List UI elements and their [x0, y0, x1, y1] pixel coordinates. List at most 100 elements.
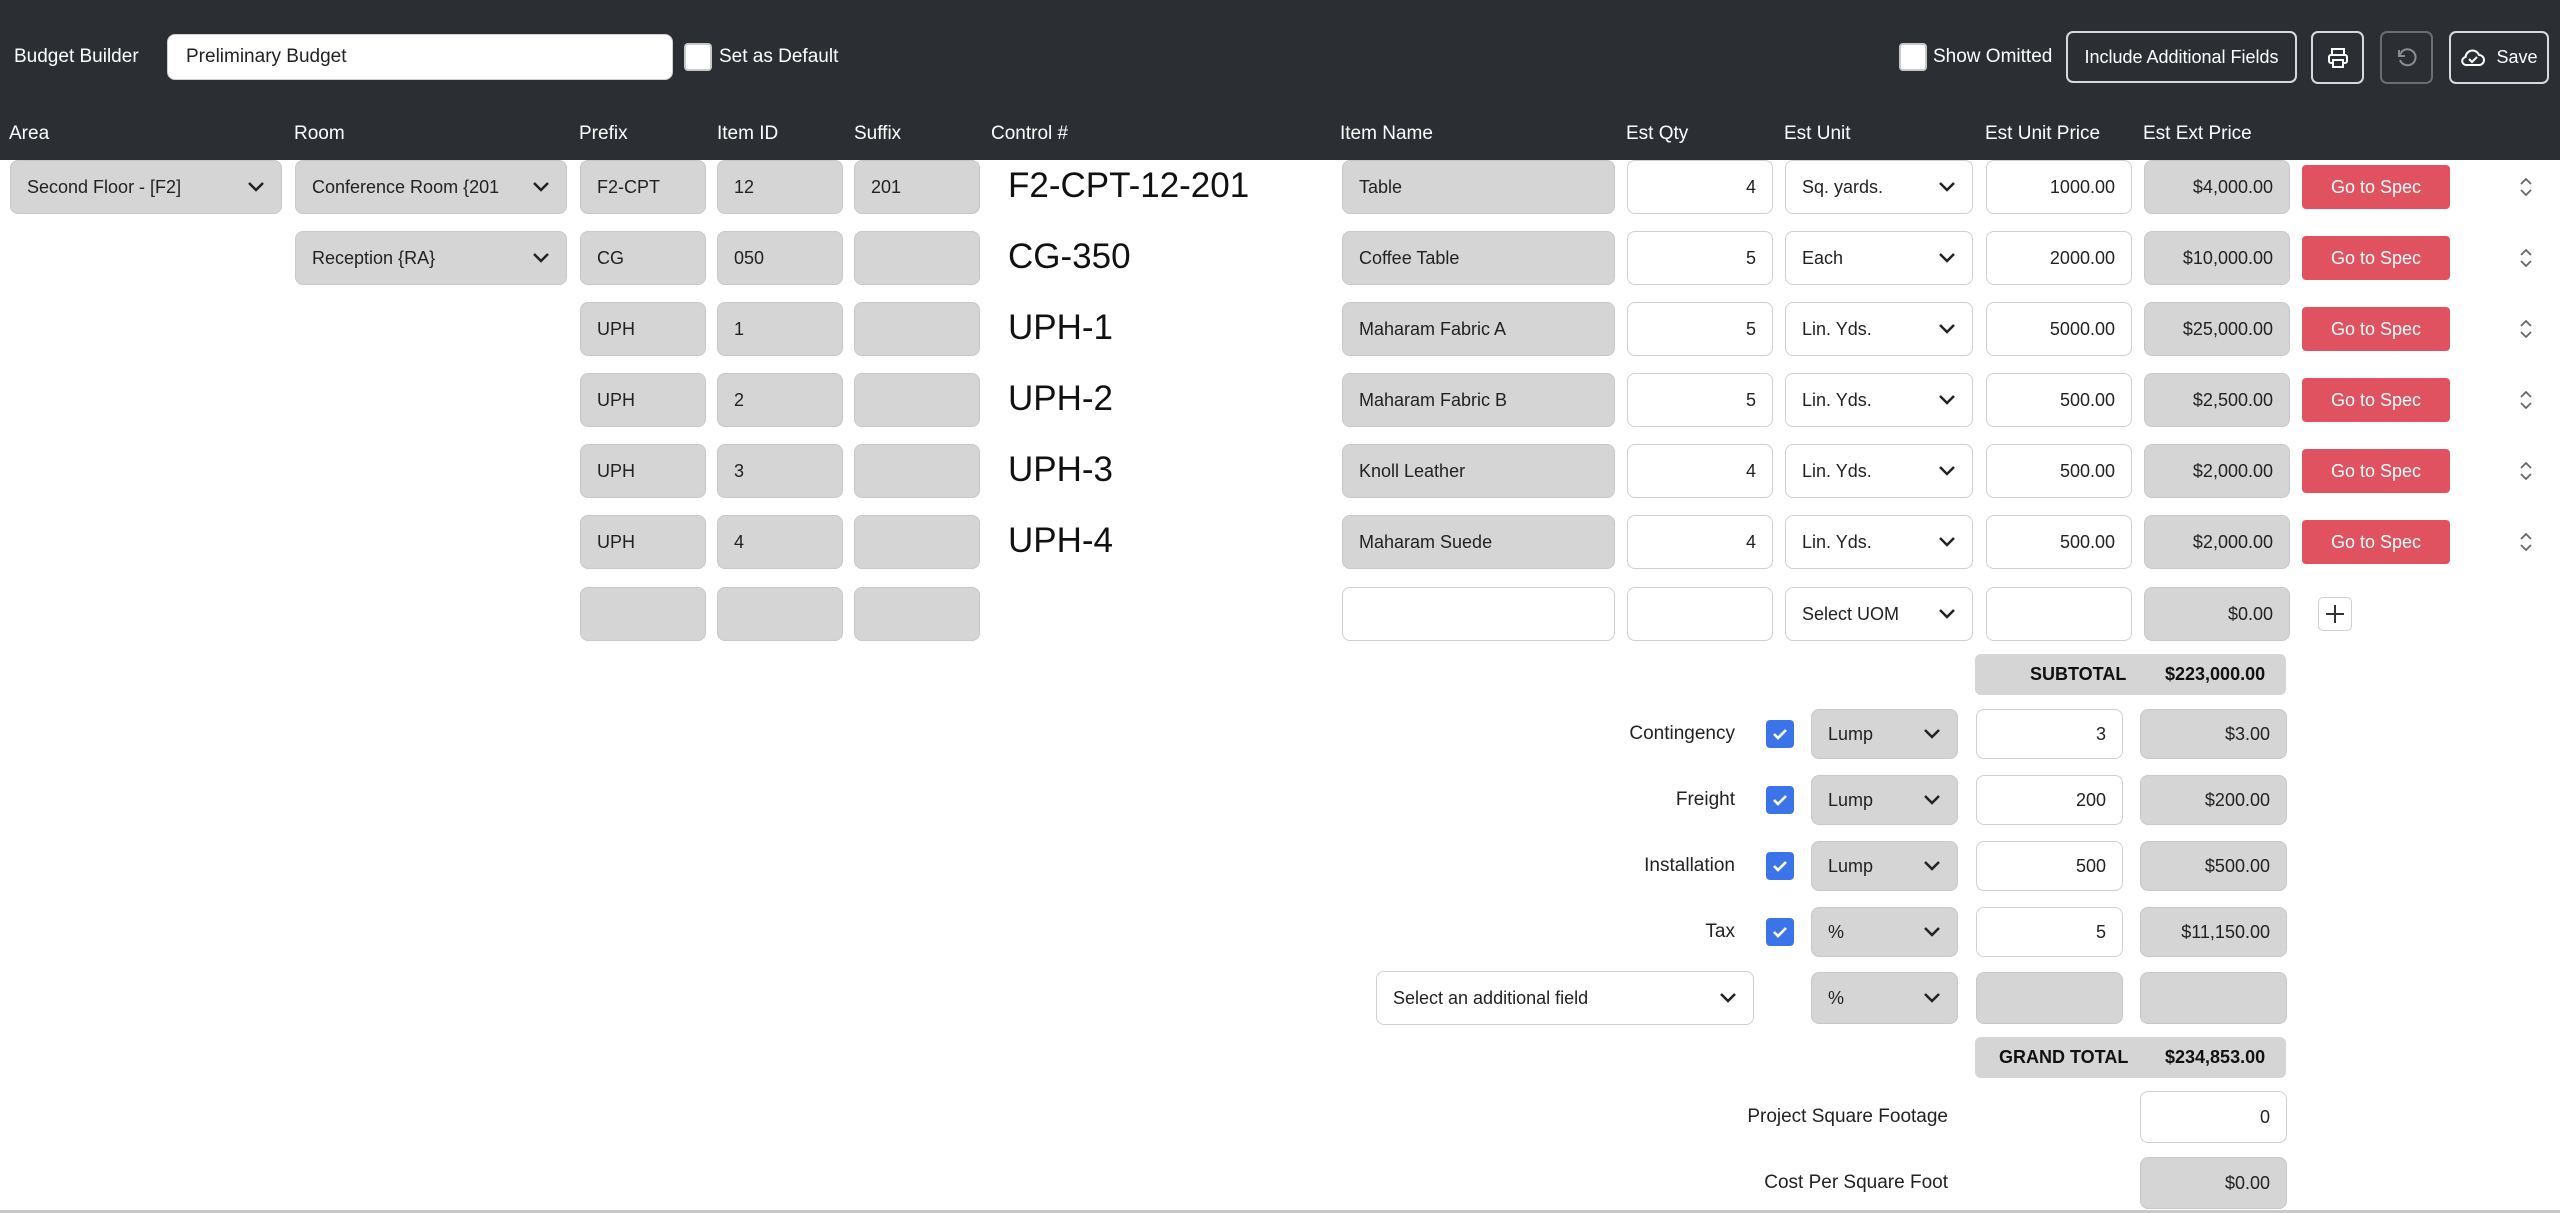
- est-unit-price-input[interactable]: 5000.00: [1986, 302, 2132, 356]
- drag-sort-icon[interactable]: [2516, 317, 2536, 341]
- show-omitted-checkbox[interactable]: [1899, 43, 1927, 71]
- item-id-field[interactable]: 3: [717, 444, 843, 498]
- additional-field-type-select[interactable]: %: [1811, 972, 1958, 1024]
- item-name-field[interactable]: Maharam Fabric A: [1342, 302, 1615, 356]
- est-qty-input[interactable]: 5: [1627, 302, 1773, 356]
- item-id-field[interactable]: 12: [717, 160, 843, 214]
- cost-per-sqft-value: $0.00: [2140, 1157, 2287, 1209]
- additional-field-select[interactable]: Select an additional field: [1376, 971, 1754, 1025]
- room-select[interactable]: Reception {RA}: [295, 231, 567, 285]
- contingency-amount-input[interactable]: 3: [1976, 709, 2123, 759]
- budget-name-input[interactable]: Preliminary Budget: [167, 34, 673, 80]
- est-unit-select[interactable]: Lin. Yds.: [1785, 302, 1973, 356]
- cloud-check-icon: [2461, 49, 2486, 66]
- est-qty-input[interactable]: 5: [1627, 231, 1773, 285]
- contingency-type-select[interactable]: Lump: [1811, 709, 1958, 759]
- contingency-checkbox[interactable]: [1766, 720, 1794, 748]
- drag-sort-icon[interactable]: [2516, 388, 2536, 412]
- est-qty-input[interactable]: 4: [1627, 444, 1773, 498]
- go-to-spec-button[interactable]: Go to Spec: [2302, 236, 2450, 280]
- suffix-field[interactable]: [854, 231, 980, 285]
- est-unit-select[interactable]: Lin. Yds.: [1785, 373, 1973, 427]
- go-to-spec-button[interactable]: Go to Spec: [2302, 165, 2450, 209]
- suffix-field[interactable]: 201: [854, 160, 980, 214]
- suffix-field[interactable]: [854, 444, 980, 498]
- installation-type-select[interactable]: Lump: [1811, 841, 1958, 891]
- tax-type-select[interactable]: %: [1811, 907, 1958, 957]
- prefix-field[interactable]: UPH: [580, 373, 706, 427]
- drag-sort-icon[interactable]: [2516, 175, 2536, 199]
- tax-amount-input[interactable]: 5: [1976, 907, 2123, 957]
- item-name-field[interactable]: Table: [1342, 160, 1615, 214]
- go-to-spec-button[interactable]: Go to Spec: [2302, 449, 2450, 493]
- additional-field-amount-input[interactable]: [1976, 972, 2123, 1024]
- suffix-field[interactable]: [854, 373, 980, 427]
- est-unit-select[interactable]: Lin. Yds.: [1785, 444, 1973, 498]
- est-qty-input[interactable]: 4: [1627, 515, 1773, 569]
- item-id-field[interactable]: 4: [717, 515, 843, 569]
- freight-amount-input[interactable]: 200: [1976, 775, 2123, 825]
- chevron-down-icon: [533, 182, 549, 192]
- item-id-field[interactable]: 1: [717, 302, 843, 356]
- set-default-label: Set as Default: [719, 46, 839, 67]
- item-name-field[interactable]: Coffee Table: [1342, 231, 1615, 285]
- drag-sort-icon[interactable]: [2516, 459, 2536, 483]
- freight-total: $200.00: [2140, 775, 2287, 825]
- item-name-field[interactable]: Knoll Leather: [1342, 444, 1615, 498]
- add-row-button[interactable]: [2318, 597, 2352, 631]
- est-unit-price-input[interactable]: 500.00: [1986, 444, 2132, 498]
- save-button[interactable]: Save: [2449, 31, 2549, 84]
- est-qty-input[interactable]: 5: [1627, 373, 1773, 427]
- prefix-field[interactable]: UPH: [580, 444, 706, 498]
- est-unit-select[interactable]: Sq. yards.: [1785, 160, 1973, 214]
- include-fields-label: Include Additional Fields: [2084, 46, 2279, 67]
- new-prefix-field[interactable]: [580, 587, 706, 641]
- area-select[interactable]: Second Floor - [F2]: [10, 160, 282, 214]
- new-item-name-input[interactable]: [1342, 587, 1615, 641]
- est-unit-price-input[interactable]: 1000.00: [1986, 160, 2132, 214]
- est-unit-price-input[interactable]: 2000.00: [1986, 231, 2132, 285]
- est-unit-price-input[interactable]: 500.00: [1986, 515, 2132, 569]
- prefix-field[interactable]: UPH: [580, 302, 706, 356]
- show-omitted-label: Show Omitted: [1933, 46, 2053, 67]
- project-sqft-input[interactable]: 0: [2140, 1091, 2287, 1143]
- installation-amount-input[interactable]: 500: [1976, 841, 2123, 891]
- est-unit-select[interactable]: Each: [1785, 231, 1973, 285]
- undo-button[interactable]: [2380, 31, 2433, 84]
- print-button[interactable]: [2311, 31, 2364, 84]
- suffix-field[interactable]: [854, 515, 980, 569]
- column-header-est-ext-price: Est Ext Price: [2143, 123, 2252, 144]
- chevron-down-icon: [1939, 182, 1955, 192]
- prefix-field[interactable]: UPH: [580, 515, 706, 569]
- item-id-field[interactable]: 2: [717, 373, 843, 427]
- est-unit-select[interactable]: Lin. Yds.: [1785, 515, 1973, 569]
- item-id-field[interactable]: 050: [717, 231, 843, 285]
- item-name-field[interactable]: Maharam Suede: [1342, 515, 1615, 569]
- new-est-qty-input[interactable]: [1627, 587, 1773, 641]
- prefix-field[interactable]: CG: [580, 231, 706, 285]
- new-suffix-field[interactable]: [854, 587, 980, 641]
- est-qty-input[interactable]: 4: [1627, 160, 1773, 214]
- freight-type-select[interactable]: Lump: [1811, 775, 1958, 825]
- drag-sort-icon[interactable]: [2516, 246, 2536, 270]
- est-unit-price-input[interactable]: 500.00: [1986, 373, 2132, 427]
- drag-sort-icon[interactable]: [2516, 530, 2536, 554]
- new-unit-price-input[interactable]: [1986, 587, 2132, 641]
- installation-checkbox[interactable]: [1766, 852, 1794, 880]
- tax-checkbox[interactable]: [1766, 918, 1794, 946]
- chevron-down-icon: [1939, 253, 1955, 263]
- set-default-checkbox[interactable]: [684, 43, 712, 71]
- freight-checkbox[interactable]: [1766, 786, 1794, 814]
- project-sqft-label: Project Square Footage: [1747, 1106, 1948, 1127]
- go-to-spec-button[interactable]: Go to Spec: [2302, 520, 2450, 564]
- prefix-field[interactable]: F2-CPT: [580, 160, 706, 214]
- item-name-field[interactable]: Maharam Fabric B: [1342, 373, 1615, 427]
- include-additional-fields-button[interactable]: Include Additional Fields: [2066, 31, 2297, 83]
- room-select[interactable]: Conference Room {201: [295, 160, 567, 214]
- chevron-down-icon: [1720, 993, 1736, 1003]
- new-item-id-field[interactable]: [717, 587, 843, 641]
- suffix-field[interactable]: [854, 302, 980, 356]
- new-unit-select[interactable]: Select UOM: [1785, 587, 1973, 641]
- go-to-spec-button[interactable]: Go to Spec: [2302, 378, 2450, 422]
- go-to-spec-button[interactable]: Go to Spec: [2302, 307, 2450, 351]
